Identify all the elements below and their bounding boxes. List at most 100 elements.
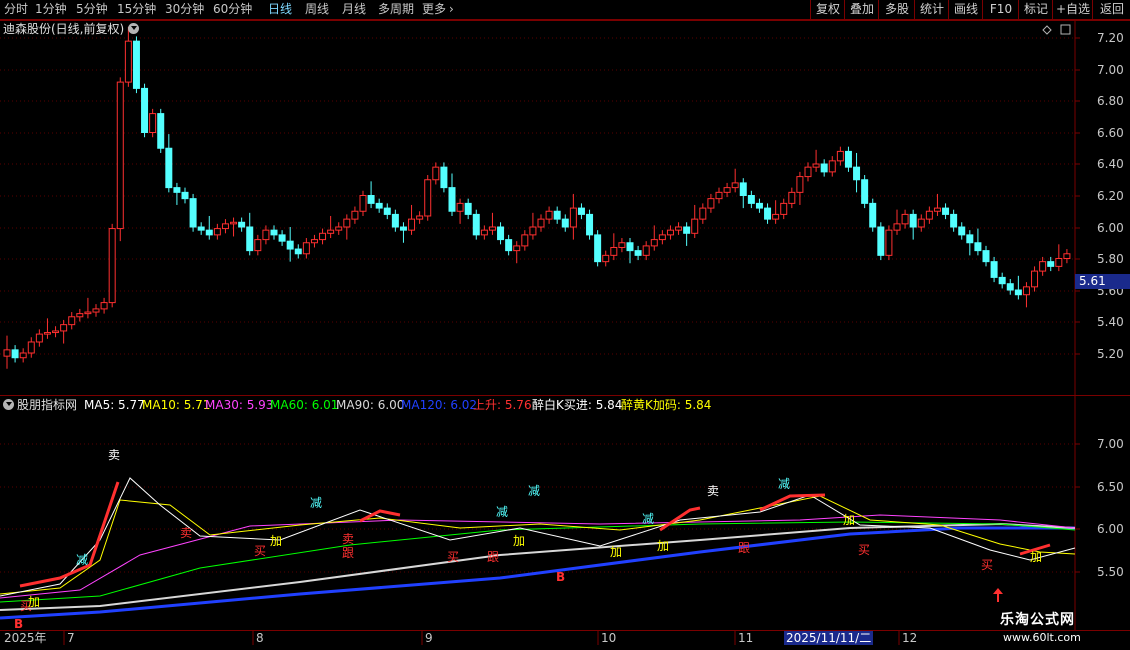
ma5-value: MA5: 5.77: [84, 398, 145, 412]
candle-body: [780, 202, 788, 215]
candle-body: [707, 198, 715, 209]
candle-body: [100, 302, 108, 310]
cursor-date: 2025/11/11/二: [784, 631, 874, 645]
title-dropdown-icon[interactable]: [128, 23, 140, 34]
stock-title: 迪森股份(日线,前复权): [3, 21, 140, 37]
signal-reduce: 减: [642, 512, 655, 526]
candle-body: [310, 239, 318, 244]
price-axis-label: 6.00: [1097, 221, 1124, 235]
candle-body: [844, 150, 852, 168]
white-k-buy-value: 醉白K买进: 5.84: [532, 398, 623, 412]
price-axis-label: 5.40: [1097, 315, 1124, 329]
candle-body: [828, 160, 836, 173]
candle-body: [278, 234, 286, 242]
ma120-value: MA120: 6.02: [401, 398, 478, 412]
candle-body: [626, 242, 634, 252]
candle-body: [43, 332, 51, 335]
candle-body: [634, 250, 642, 256]
indicator-axis-label: 7.00: [1097, 437, 1124, 451]
candle-body: [246, 226, 254, 252]
chart-canvas[interactable]: [0, 0, 1130, 650]
candle-body: [132, 40, 140, 89]
candle-body: [772, 213, 780, 220]
candle-body: [569, 207, 577, 228]
candle-body: [173, 187, 181, 193]
candle-body: [1039, 261, 1047, 272]
indicator-axis-label: 6.00: [1097, 522, 1124, 536]
candle-body: [205, 229, 213, 236]
candle-body: [383, 207, 391, 215]
signal-sell: 卖: [108, 448, 121, 462]
signal-add: 加: [610, 545, 623, 559]
candle-body: [561, 218, 569, 228]
candle-body: [642, 245, 650, 256]
candle-body: [319, 232, 327, 241]
candle-body: [699, 207, 707, 220]
candle-body: [505, 239, 513, 252]
candle-body: [909, 213, 917, 228]
candle-body: [3, 349, 11, 357]
indicator-title-text: 股朋指标网: [17, 398, 78, 412]
candle-body: [76, 313, 84, 318]
date-label: 10: [601, 631, 617, 645]
candle-body: [440, 166, 448, 189]
signal-add: 加: [843, 513, 856, 527]
candle-body: [804, 166, 812, 178]
candle-body: [1047, 261, 1055, 267]
candle-body: [456, 202, 464, 212]
candle-body: [408, 218, 416, 231]
candle-body: [513, 245, 521, 252]
signal-add: 加: [513, 534, 526, 548]
indicator-dropdown-icon[interactable]: [3, 399, 14, 410]
candle-body: [286, 240, 294, 250]
candle-body: [586, 213, 594, 236]
candle-body: [157, 113, 165, 149]
indicator-lines: [0, 477, 1076, 620]
candle-body: [1031, 270, 1039, 288]
date-label: 9: [425, 631, 433, 645]
ma90-value: MA90: 6.00: [336, 398, 405, 412]
candle-body: [739, 182, 747, 196]
candle-body: [19, 352, 27, 359]
candle-body: [683, 226, 691, 234]
signal-add: 加: [1030, 550, 1043, 564]
candle-body: [577, 207, 585, 215]
ma60-line: [0, 521, 1076, 603]
signal-sell: 卖: [342, 532, 355, 546]
arrow-up-icon: [993, 588, 1003, 602]
candle-body: [416, 215, 424, 220]
candle-body: [230, 221, 238, 225]
main-grid: [0, 37, 1075, 355]
signal-add: 加: [28, 595, 41, 609]
square-icon: [1060, 24, 1071, 35]
candle-body: [1006, 283, 1014, 291]
candle-body: [521, 234, 529, 247]
candle-body: [254, 239, 262, 252]
candle-body: [998, 276, 1006, 285]
diamond-icon: [1042, 25, 1052, 35]
watermark-url: www.60lt.com: [1003, 631, 1081, 644]
main-pane-icons: [1042, 24, 1071, 35]
candle-body: [942, 207, 950, 215]
candle-body: [869, 202, 877, 228]
candlestick-series: [3, 26, 1071, 369]
signal-follow: 跟: [738, 541, 751, 555]
signal-b: B: [556, 570, 566, 584]
indicator-axis-label: 5.50: [1097, 565, 1124, 579]
candle-body: [52, 330, 60, 334]
candle-body: [812, 163, 820, 168]
price-axis-label: 7.00: [1097, 63, 1124, 77]
candle-body: [933, 207, 941, 212]
candle-body: [124, 40, 132, 83]
ma30-value: MA30: 5.93: [205, 398, 274, 412]
candle-body: [327, 229, 335, 234]
candle-body: [610, 246, 618, 256]
date-label: 11: [738, 631, 754, 645]
candle-body: [1022, 286, 1030, 296]
price-axis-label: 5.80: [1097, 252, 1124, 266]
watermark-title: 乐淘公式网: [1000, 612, 1075, 628]
candle-body: [432, 166, 440, 181]
candle-body: [480, 229, 488, 236]
candle-body: [666, 229, 674, 236]
candle-body: [885, 229, 893, 256]
